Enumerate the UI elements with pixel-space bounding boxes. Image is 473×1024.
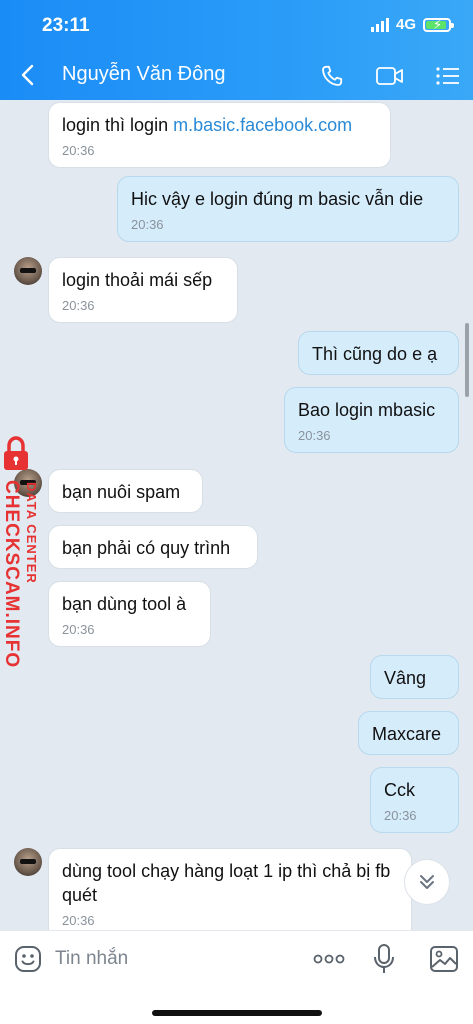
message-time: 20:36 <box>62 298 95 313</box>
network-type: 4G <box>395 16 416 33</box>
message-text: bạn phải có quy trình <box>62 538 231 558</box>
message-bubble[interactable]: bạn dùng tool à 20:36 <box>48 581 211 647</box>
padlock-icon <box>4 436 28 470</box>
message-bubble[interactable]: Vâng <box>370 655 459 699</box>
message-bubble[interactable]: login thì login m.basic.facebook.com 20:… <box>48 102 391 168</box>
watermark-title: CHECKSCAM.INFO <box>1 480 22 669</box>
chat-header: 23:11 4G ⚡ Nguyễn Văn Đông <box>0 0 473 100</box>
message-time: 20:36 <box>384 808 417 823</box>
message-text: dùng tool chạy hàng loạt 1 ip thì chả bị… <box>62 861 391 905</box>
video-call-button[interactable] <box>374 60 406 92</box>
message-text: Bao login mbasic <box>298 400 436 420</box>
message-bubble[interactable]: bạn nuôi spam <box>48 469 203 513</box>
message-bubble[interactable]: Cck 20:36 <box>370 767 459 833</box>
phone-icon <box>322 65 343 86</box>
video-camera-icon <box>376 67 403 85</box>
message-bubble[interactable]: Maxcare <box>358 711 459 755</box>
message-bubble[interactable]: bạn phải có quy trình <box>48 525 258 569</box>
message-time: 20:36 <box>62 143 95 158</box>
sticker-button[interactable] <box>12 943 44 975</box>
message-bubble[interactable]: Thì cũng do e ạ <box>298 331 459 375</box>
avatar[interactable] <box>14 848 42 876</box>
message-time: 20:36 <box>131 217 164 232</box>
message-text: Cck <box>384 780 415 800</box>
battery-icon: ⚡ <box>423 17 454 32</box>
message-bubble[interactable]: dùng tool chạy hàng loạt 1 ip thì chả bị… <box>48 848 412 930</box>
voice-call-button[interactable] <box>316 60 348 92</box>
home-indicator[interactable] <box>152 1010 322 1016</box>
message-bubble[interactable]: login thoải mái sếp 20:36 <box>48 257 238 323</box>
chevron-left-icon <box>21 64 34 86</box>
menu-button[interactable] <box>432 60 464 92</box>
status-indicators: 4G ⚡ <box>370 16 454 33</box>
message-text: Vâng <box>384 668 427 688</box>
message-input[interactable]: Tin nhắn <box>55 948 128 970</box>
message-text: Hic vậy e login đúng m basic vẫn die <box>131 189 424 209</box>
back-button[interactable] <box>14 60 40 90</box>
message-time: 20:36 <box>298 428 331 443</box>
message-text: bạn dùng tool à <box>62 594 187 614</box>
message-text: Maxcare <box>372 724 442 744</box>
avatar[interactable] <box>14 257 42 285</box>
voice-message-button[interactable] <box>370 943 398 975</box>
message-text: bạn nuôi spam <box>62 482 181 502</box>
message-link[interactable]: m.basic.facebook.com <box>173 115 352 135</box>
image-button[interactable] <box>428 943 460 975</box>
message-list[interactable]: login thì login m.basic.facebook.com 20:… <box>0 100 473 930</box>
emoji-icon <box>15 946 41 972</box>
more-options-button[interactable] <box>313 943 345 975</box>
microphone-icon <box>374 944 394 973</box>
scrollbar[interactable] <box>465 323 469 397</box>
double-chevron-down-icon <box>420 875 434 889</box>
signal-icon <box>370 17 389 32</box>
contact-name[interactable]: Nguyễn Văn Đông <box>62 63 225 86</box>
message-text: login thoải mái sếp <box>62 270 213 290</box>
more-dots-icon <box>313 954 345 964</box>
watermark-subtitle: DATA CENTER <box>24 482 39 584</box>
image-icon <box>430 946 458 972</box>
message-input-bar: Tin nhắn <box>0 930 473 1024</box>
list-menu-icon <box>436 67 459 85</box>
scroll-to-bottom-button[interactable] <box>404 859 450 905</box>
message-bubble[interactable]: Hic vậy e login đúng m basic vẫn die 20:… <box>117 176 459 242</box>
status-time: 23:11 <box>42 15 90 36</box>
message-text: login thì login <box>62 115 174 135</box>
message-bubble[interactable]: Bao login mbasic 20:36 <box>284 387 459 453</box>
message-time: 20:36 <box>62 622 95 637</box>
message-text: Thì cũng do e ạ <box>312 344 438 364</box>
message-time: 20:36 <box>62 913 95 928</box>
